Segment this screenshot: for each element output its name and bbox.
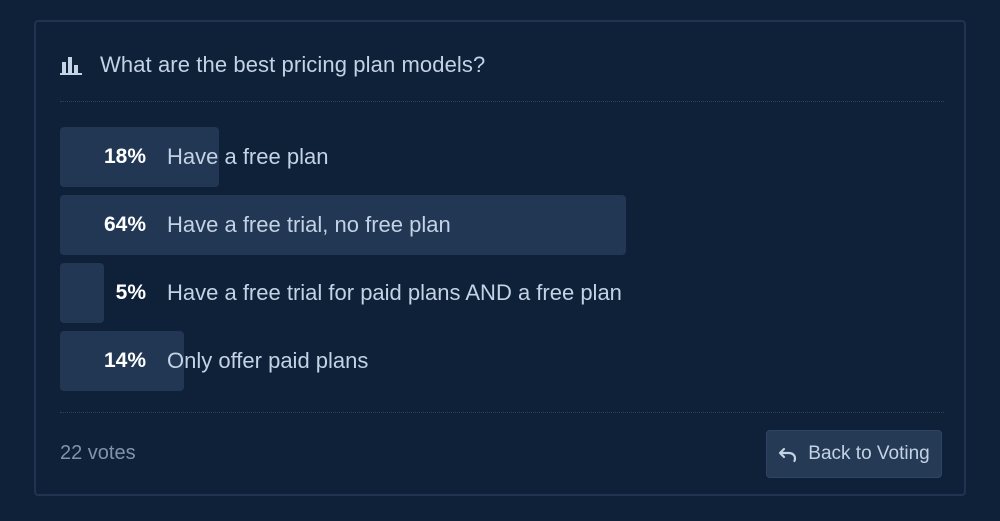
result-percent: 5% (115, 281, 146, 304)
poll-results: 18% Have a free plan 64% Have a free tri… (60, 127, 944, 391)
result-row: 18% Have a free plan (60, 127, 944, 187)
poll-question: What are the best pricing plan models? (100, 52, 486, 77)
result-percent: 14% (103, 349, 146, 372)
poll-header: What are the best pricing plan models? (60, 48, 485, 82)
result-label: Only offer paid plans (167, 348, 369, 373)
bar-chart-icon (60, 54, 84, 76)
undo-icon (778, 444, 798, 464)
header-divider (60, 101, 944, 102)
result-row: 5% Have a free trial for paid plans AND … (60, 263, 944, 323)
result-label: Have a free trial, no free plan (167, 212, 451, 237)
result-percent: 64% (103, 213, 146, 236)
result-label: Have a free trial for paid plans AND a f… (167, 280, 622, 305)
footer-divider (60, 412, 944, 413)
back-to-voting-button[interactable]: Back to Voting (766, 430, 942, 478)
back-to-voting-label: Back to Voting (808, 443, 930, 464)
vote-count: 22 votes (60, 442, 136, 464)
result-row: 14% Only offer paid plans (60, 331, 944, 391)
result-percent: 18% (103, 145, 146, 168)
poll-card: What are the best pricing plan models? 1… (34, 20, 966, 496)
result-row: 64% Have a free trial, no free plan (60, 195, 944, 255)
result-label: Have a free plan (167, 144, 329, 169)
